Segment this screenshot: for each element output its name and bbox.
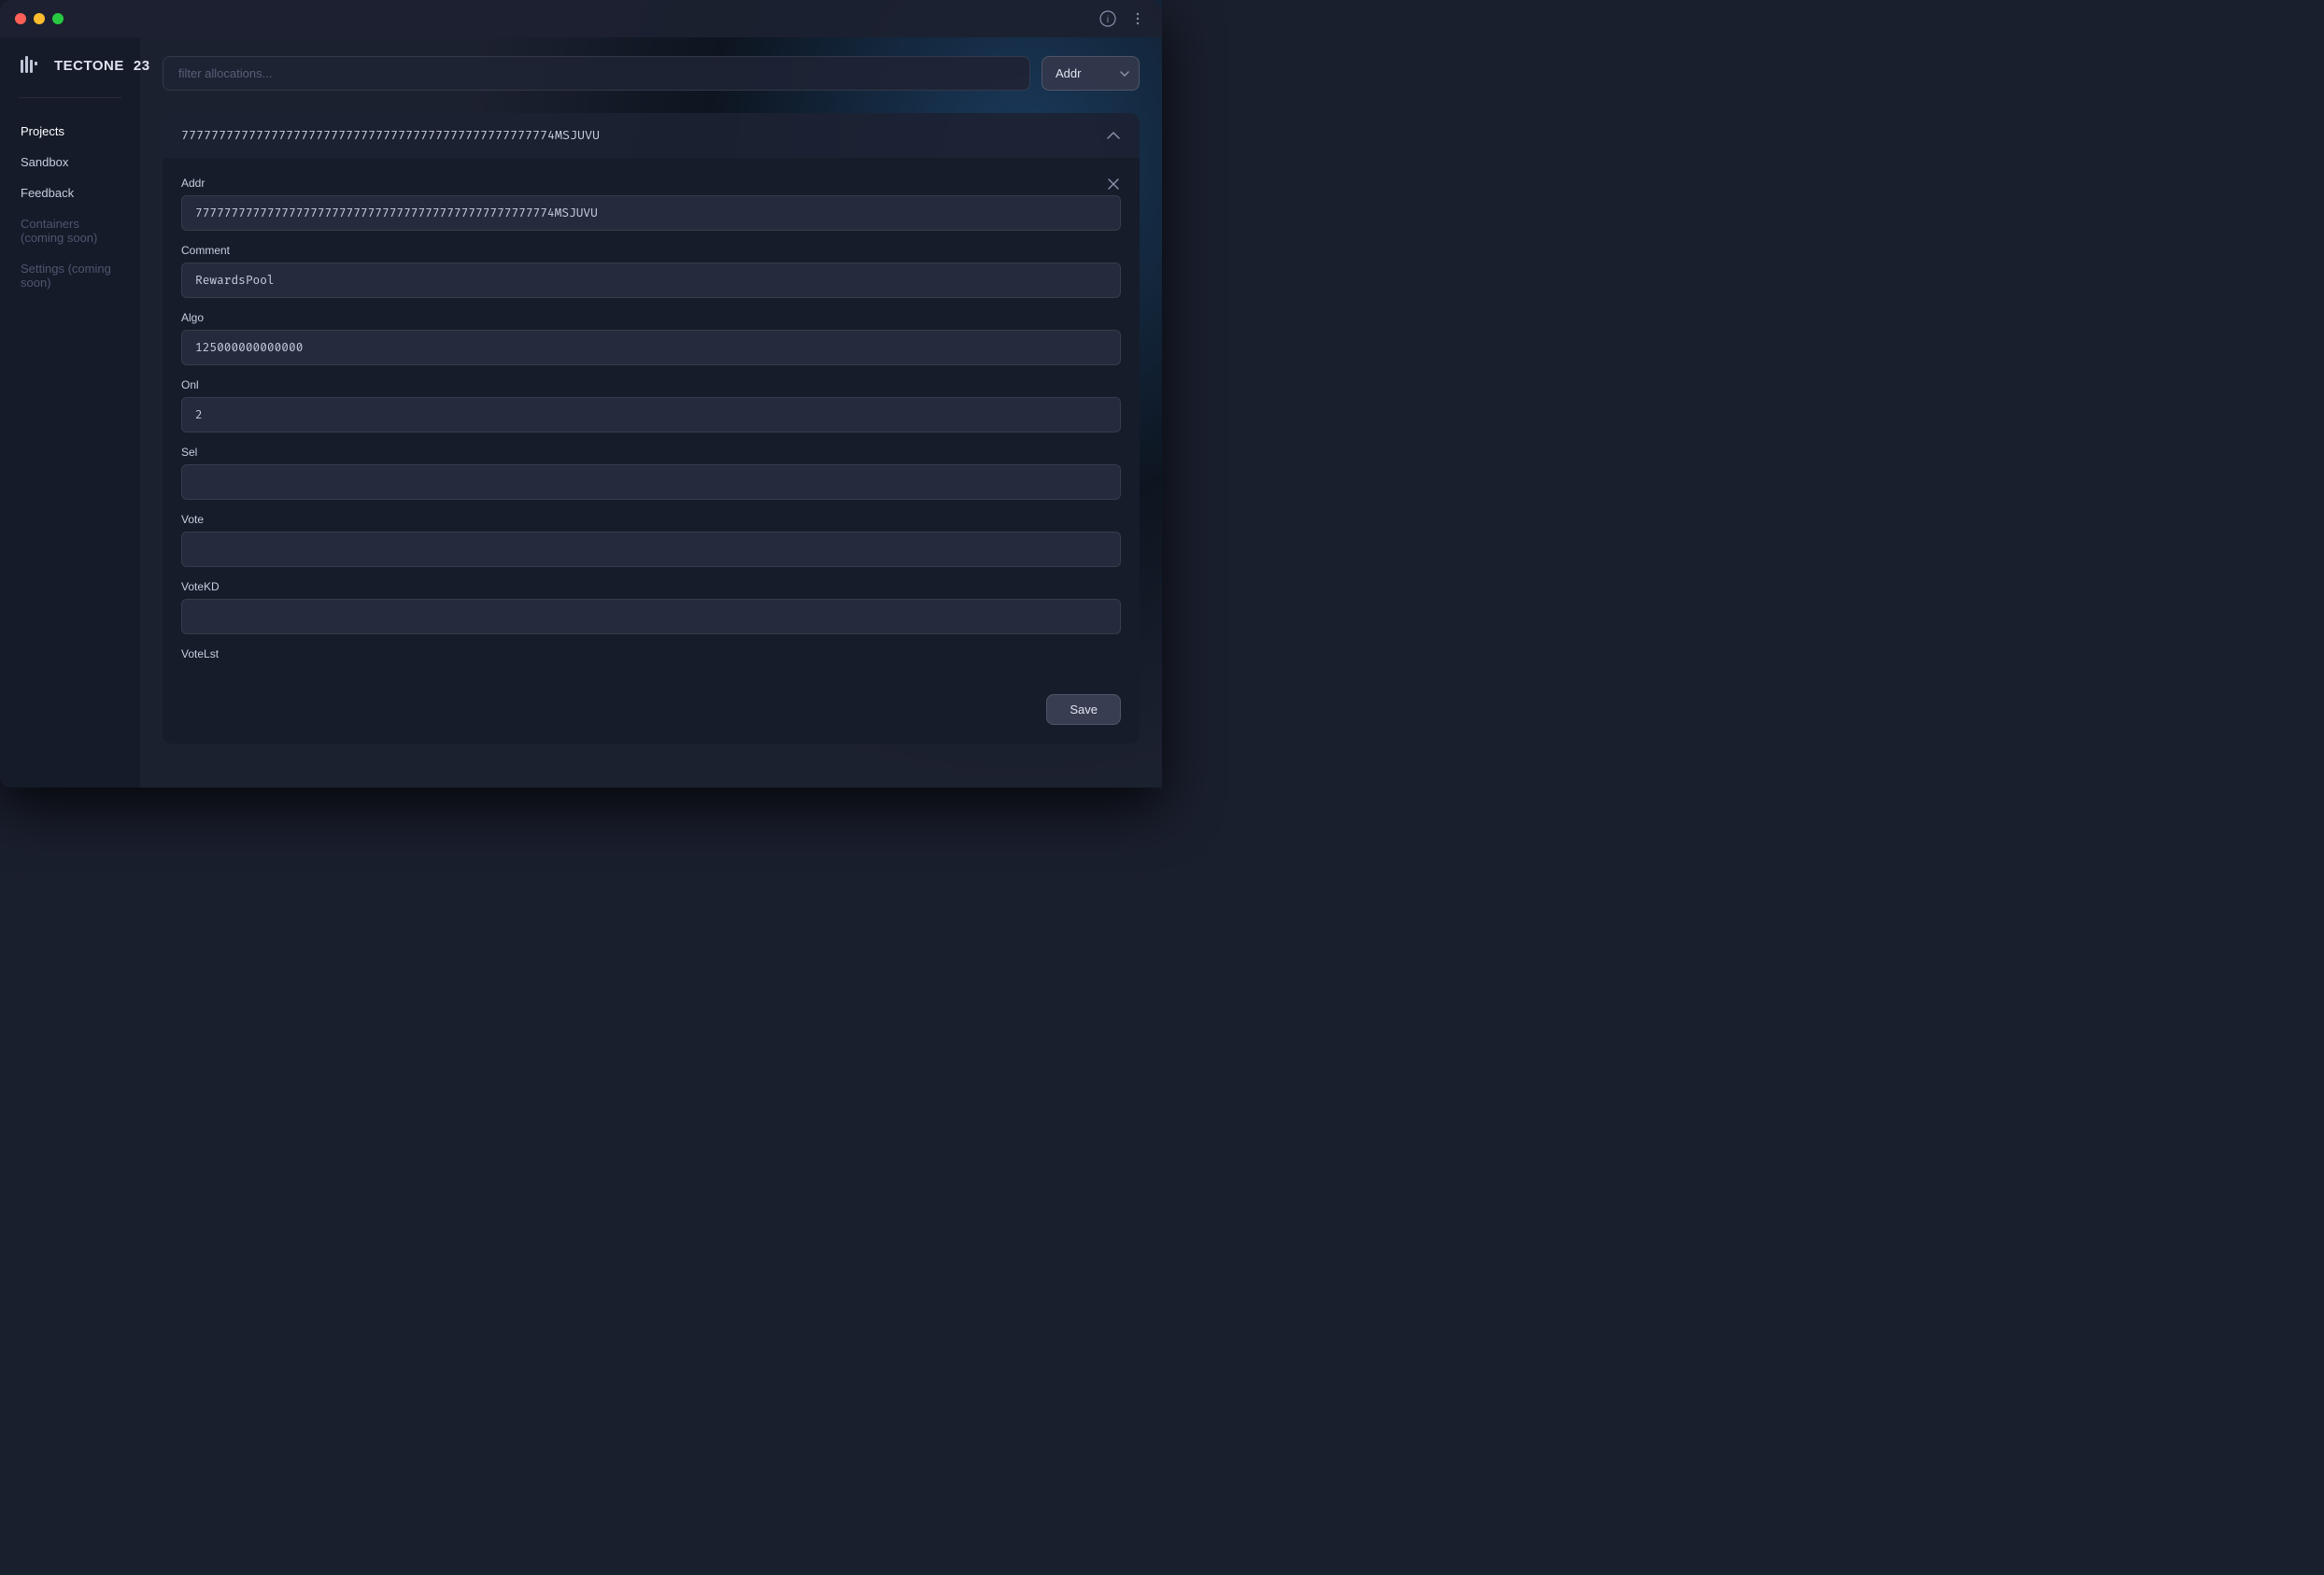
- close-button[interactable]: [15, 13, 26, 24]
- onl-field-group: Onl: [181, 378, 1121, 433]
- save-button[interactable]: Save: [1046, 694, 1121, 725]
- votekd-label: VoteKD: [181, 580, 1121, 593]
- sidebar-item-projects[interactable]: Projects: [11, 117, 129, 146]
- algo-label: Algo: [181, 311, 1121, 324]
- vote-field-group: Vote: [181, 513, 1121, 567]
- addr-field-group: Addr: [181, 177, 1121, 231]
- allocation-address: 7777777777777777777777777777777777777777…: [181, 128, 600, 143]
- app-body: TECTONE 23 Projects Sandbox Feedback Con…: [0, 37, 1162, 788]
- comment-field-group: Comment: [181, 244, 1121, 298]
- logo-text: TECTONE: [54, 58, 124, 74]
- allocation-panel: Addr Comment Algo: [163, 158, 1140, 744]
- filter-input[interactable]: [163, 56, 1030, 91]
- main-content: Addr Comment Algo 7777777777777777777777…: [140, 37, 1162, 788]
- sidebar-item-containers: Containers (coming soon): [11, 209, 129, 252]
- vote-label: Vote: [181, 513, 1121, 526]
- allocation-card: 7777777777777777777777777777777777777777…: [163, 113, 1140, 744]
- sidebar-item-settings: Settings (coming soon): [11, 254, 129, 297]
- traffic-lights: [15, 13, 64, 24]
- onl-input[interactable]: [181, 397, 1121, 433]
- comment-label: Comment: [181, 244, 1121, 257]
- sidebar-divider: [19, 97, 121, 98]
- titlebar-actions: i: [1098, 9, 1147, 28]
- sidebar-nav: Projects Sandbox Feedback Containers (co…: [0, 117, 140, 297]
- votelst-field-group: VoteLst: [181, 647, 1121, 666]
- sidebar-logo: TECTONE 23: [0, 52, 140, 97]
- logo-number: 23: [134, 58, 150, 74]
- minimize-button[interactable]: [34, 13, 45, 24]
- maximize-button[interactable]: [52, 13, 64, 24]
- app-window: i: [0, 0, 1162, 788]
- algo-field-group: Algo: [181, 311, 1121, 365]
- more-icon[interactable]: [1128, 9, 1147, 28]
- allocation-header[interactable]: 7777777777777777777777777777777777777777…: [163, 113, 1140, 158]
- onl-label: Onl: [181, 378, 1121, 391]
- filter-select[interactable]: Addr Comment Algo: [1042, 56, 1140, 91]
- sel-label: Sel: [181, 446, 1121, 459]
- titlebar: i: [0, 0, 1162, 37]
- chevron-up-icon: [1106, 128, 1121, 143]
- votelst-label: VoteLst: [181, 647, 1121, 660]
- algo-input[interactable]: [181, 330, 1121, 365]
- close-panel-button[interactable]: [1102, 173, 1125, 195]
- sidebar-item-feedback[interactable]: Feedback: [11, 178, 129, 207]
- filter-bar: Addr Comment Algo: [163, 56, 1140, 91]
- votekd-input[interactable]: [181, 599, 1121, 634]
- fields-grid: Addr Comment Algo: [181, 177, 1121, 679]
- sel-input[interactable]: [181, 464, 1121, 500]
- comment-input[interactable]: [181, 262, 1121, 298]
- sidebar: TECTONE 23 Projects Sandbox Feedback Con…: [0, 37, 140, 788]
- vote-input[interactable]: [181, 532, 1121, 567]
- panel-footer: Save: [181, 694, 1121, 725]
- votekd-field-group: VoteKD: [181, 580, 1121, 634]
- sidebar-item-sandbox[interactable]: Sandbox: [11, 148, 129, 177]
- svg-text:i: i: [1107, 15, 1109, 25]
- logo-icon: [19, 52, 45, 78]
- sel-field-group: Sel: [181, 446, 1121, 500]
- info-icon[interactable]: i: [1098, 9, 1117, 28]
- addr-label: Addr: [181, 177, 1121, 190]
- addr-input[interactable]: [181, 195, 1121, 231]
